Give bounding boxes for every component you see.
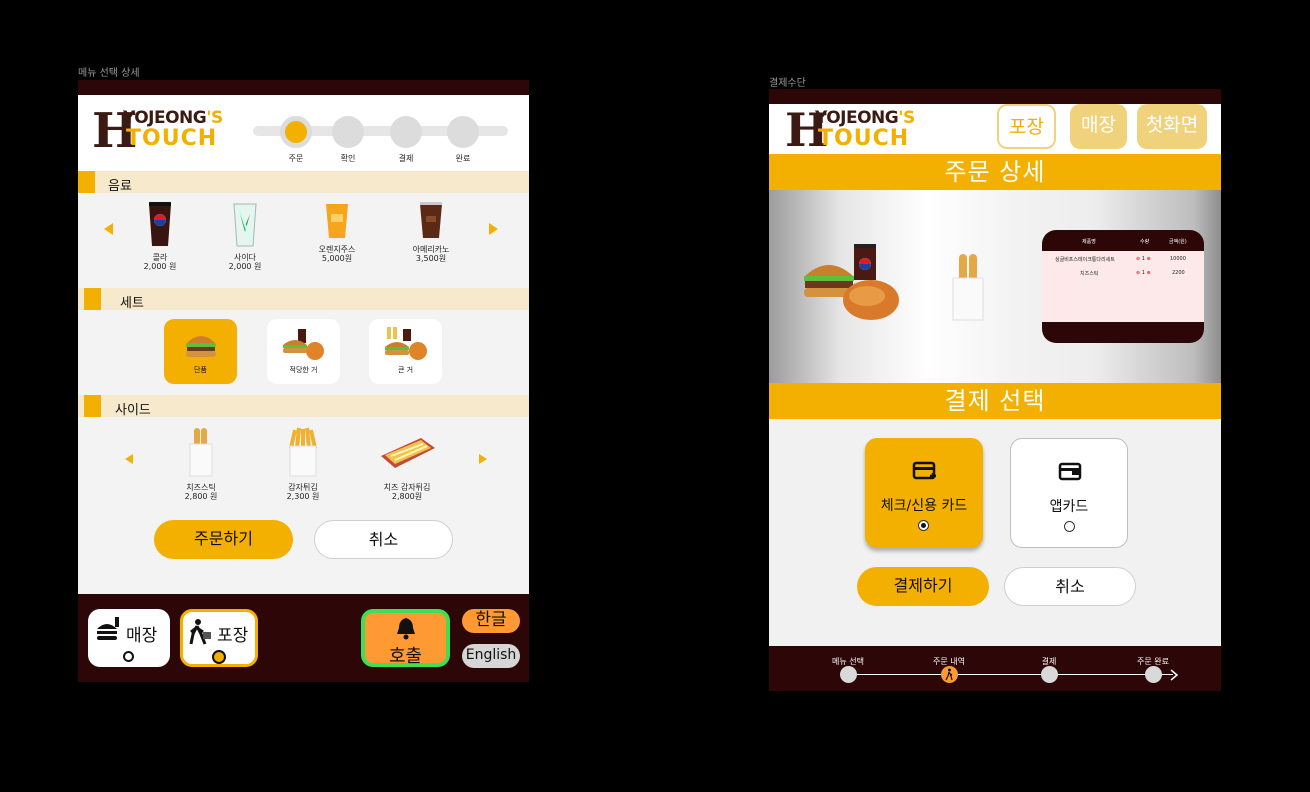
korean-language-button[interactable]: 한글 <box>462 609 520 633</box>
card-radio <box>918 520 929 531</box>
header: H YOJEONG'S TOUCH 주문 확인 결제 완료 <box>78 95 529 175</box>
dine-in-toggle[interactable]: 매장 <box>88 609 170 667</box>
payment-select-title: 결제 선택 <box>769 383 1221 419</box>
step-dot-order <box>280 116 312 148</box>
frame-label-menu: 메뉴 선택 상세 <box>78 68 140 79</box>
iced-coffee-cup-icon <box>420 202 442 238</box>
call-staff-button[interactable]: 호출 <box>361 609 450 667</box>
burger-icon <box>97 617 119 640</box>
logo: H YOJEONG'S TOUCH <box>92 103 223 159</box>
large-set-icon <box>384 327 427 360</box>
cancel-button[interactable]: 취소 <box>1004 567 1136 606</box>
cheese-stick-image <box>952 254 984 321</box>
home-button[interactable]: 첫화면 <box>1137 104 1207 149</box>
menu-item-cider[interactable]: 사이다 2,000 원 <box>210 202 280 272</box>
step-dot-payment <box>390 116 422 148</box>
step-label: 완료 <box>455 154 471 163</box>
dine-in-header-button[interactable]: 매장 <box>1070 104 1127 149</box>
cheese-stick-icon <box>189 428 213 477</box>
receipt-qty[interactable]: ⊖ 1 ⊕ <box>1136 256 1151 262</box>
menu-item-fries[interactable]: 감자튀김 2,300 원 <box>268 426 338 502</box>
card-payment-option[interactable]: 체크/신용 카드 <box>865 438 983 548</box>
credit-card-icon <box>912 461 936 480</box>
cheese-fries-tray-icon <box>381 438 435 468</box>
logo: H YOJEONG'S TOUCH <box>785 103 915 157</box>
receipt-item-name: 싱글비프스테이크통다리세트 <box>1055 257 1115 263</box>
app-card-payment-option[interactable]: 앱카드 <box>1010 438 1128 548</box>
category-sets: 세트 <box>78 288 529 311</box>
cider-glass-icon <box>233 203 257 247</box>
menu-item-cheese-stick[interactable]: 치즈스틱 2,800 원 <box>166 426 236 502</box>
receipt-amount: 10000 <box>1170 256 1186 262</box>
order-progress: 주문 확인 결제 완료 <box>253 116 508 163</box>
progress-footer: 메뉴 선택 주문 내역 결제 주문 완료 <box>769 646 1221 691</box>
burger-set-icon <box>282 329 324 360</box>
wallet-icon <box>1058 462 1082 481</box>
menu-item-cheese-fries[interactable]: 치즈 감자튀김 2,800원 <box>372 426 442 502</box>
order-button[interactable]: 주문하기 <box>154 520 293 559</box>
kiosk-footer: 매장 포장 호출 한글 English <box>78 594 529 682</box>
receipt-amount: 2200 <box>1172 270 1185 276</box>
step-label: 결제 <box>398 154 414 163</box>
walking-person-icon <box>189 619 211 645</box>
app-card-radio <box>1064 521 1075 532</box>
set-option-medium[interactable]: 적당한 거 <box>267 319 340 384</box>
menu-item-americano[interactable]: 아메리카노 3,500원 <box>396 202 466 264</box>
arrow-right-icon <box>1170 669 1179 681</box>
order-receipt: 제품명 수량 금액(원) 싱글비프스테이크통다리세트 ⊖ 1 ⊕ 10000 치… <box>1042 230 1204 343</box>
sides-next-arrow[interactable] <box>479 454 487 464</box>
receipt-item-name: 치즈스틱 <box>1080 271 1099 277</box>
frame-label-payment: 결제수단 <box>769 78 806 89</box>
takeout-toggle[interactable]: 포장 <box>180 609 258 667</box>
receipt-qty[interactable]: ⊖ 1 ⊕ <box>1136 270 1151 276</box>
menu-select-screen: H YOJEONG'S TOUCH 주문 확인 결제 완료 음료 콜라 2,00… <box>78 80 529 682</box>
orange-juice-cup-icon <box>326 204 348 238</box>
top-strip <box>78 80 529 95</box>
burger-icon <box>185 336 216 357</box>
cola-cup-icon <box>149 202 171 246</box>
step-label: 확인 <box>340 154 356 163</box>
menu-item-orange-juice[interactable]: 오렌지주스 5,000원 <box>302 202 372 264</box>
pay-button[interactable]: 결제하기 <box>857 567 989 606</box>
cancel-button[interactable]: 취소 <box>314 520 453 559</box>
step-dot-done <box>447 116 479 148</box>
set-option-single[interactable]: 단품 <box>164 319 237 384</box>
walking-person-icon <box>945 668 953 681</box>
category-sides: 사이드 <box>78 395 529 418</box>
step-label: 주문 <box>288 154 304 163</box>
fries-icon <box>289 427 317 477</box>
progress-line <box>848 674 1173 675</box>
burger-set-image <box>804 244 899 320</box>
set-option-large[interactable]: 큰 거 <box>369 319 442 384</box>
payment-method-screen: H YOJEONG'S TOUCH 포장 매장 첫화면 주문 상세 제품명 수량 <box>769 89 1221 691</box>
footer-step-dot <box>840 666 857 683</box>
sides-prev-arrow[interactable] <box>125 454 133 464</box>
drinks-next-arrow[interactable] <box>489 223 498 235</box>
menu-item-cola[interactable]: 콜라 2,000 원 <box>125 202 195 272</box>
footer-step-dot <box>1145 666 1162 683</box>
footer-step-dot-active <box>941 666 958 683</box>
order-detail-panel: 제품명 수량 금액(원) 싱글비프스테이크통다리세트 ⊖ 1 ⊕ 10000 치… <box>769 190 1221 385</box>
category-drinks: 음료 <box>78 171 529 194</box>
takeout-header-button[interactable]: 포장 <box>997 104 1056 149</box>
bell-icon <box>397 618 415 640</box>
english-language-button[interactable]: English <box>462 644 520 668</box>
header: H YOJEONG'S TOUCH 포장 매장 첫화면 <box>769 104 1221 154</box>
step-dot-confirm <box>332 116 364 148</box>
order-detail-title: 주문 상세 <box>769 154 1221 190</box>
dine-in-radio <box>123 651 134 662</box>
top-strip <box>769 89 1221 104</box>
takeout-radio <box>212 650 226 664</box>
drinks-prev-arrow[interactable] <box>104 223 113 235</box>
footer-step-dot <box>1041 666 1058 683</box>
